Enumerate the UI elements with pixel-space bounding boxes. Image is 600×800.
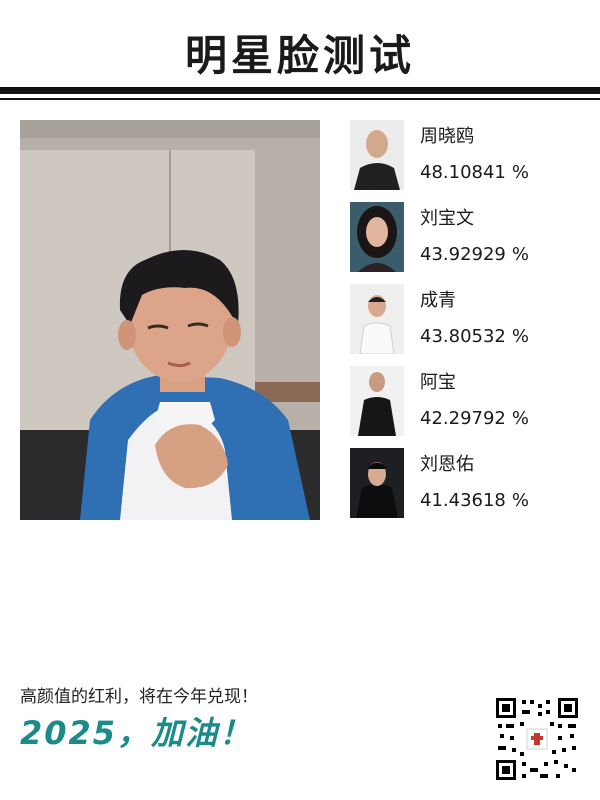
celebrity-portrait-icon — [350, 120, 404, 190]
cheer-text: 2025，加油！ — [20, 714, 254, 752]
match-name: 阿宝 — [420, 372, 456, 393]
celebrity-portrait-icon — [350, 448, 404, 518]
qr-code-icon[interactable] — [494, 696, 580, 782]
match-score: 48.10841% — [420, 162, 529, 183]
match-item: 刘恩佑 41.43618% — [350, 448, 590, 530]
celebrity-match-list: 周晓鸥 48.10841% 刘宝文 43.92929% 成青 43.80532% — [350, 120, 590, 530]
match-name: 刘恩佑 — [420, 454, 474, 475]
page-title: 明星脸测试 — [184, 31, 415, 80]
match-item: 阿宝 42.29792% — [350, 366, 590, 448]
match-item: 周晓鸥 48.10841% — [350, 120, 590, 202]
celebrity-portrait-icon — [350, 284, 404, 354]
match-name: 周晓鸥 — [420, 126, 474, 147]
match-score: 41.43618% — [420, 490, 529, 511]
match-score: 43.92929% — [420, 244, 529, 265]
user-photo — [20, 120, 320, 520]
match-item: 成青 43.80532% — [350, 284, 590, 366]
match-score: 43.80532% — [420, 326, 529, 347]
slogan-text: 高颜值的红利，将在今年兑现！ — [20, 687, 258, 707]
match-item: 刘宝文 43.92929% — [350, 202, 590, 284]
match-score: 42.29792% — [420, 408, 529, 429]
celebrity-portrait-icon — [350, 202, 404, 272]
match-name: 成青 — [420, 290, 456, 311]
title-divider-thin — [0, 98, 600, 100]
title-divider-thick — [0, 87, 600, 94]
celebrity-portrait-icon — [350, 366, 404, 436]
match-name: 刘宝文 — [420, 208, 474, 229]
